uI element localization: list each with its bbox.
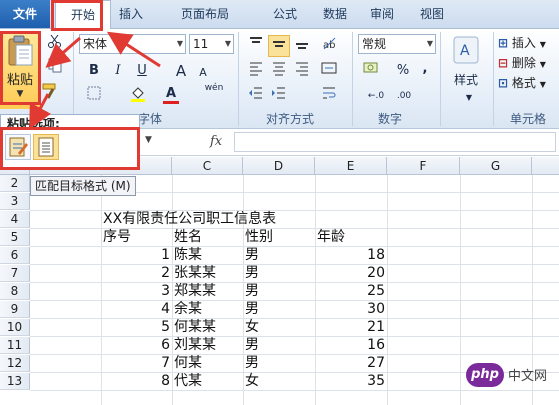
watermark-text: 中文网 bbox=[508, 369, 548, 384]
watermark: php 中文网 bbox=[466, 355, 556, 395]
php-logo: php bbox=[466, 363, 504, 387]
annotation-arrows bbox=[29, 31, 161, 130]
